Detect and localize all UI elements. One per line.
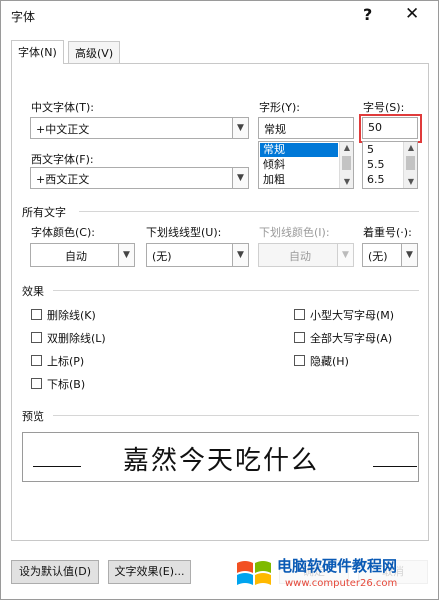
list-item[interactable]: 5.5 (364, 158, 402, 172)
tab-font[interactable]: 字体(N) (11, 40, 64, 64)
list-item[interactable]: 倾斜 (260, 158, 338, 172)
underline-style-select[interactable]: (无) ▼ (146, 243, 249, 267)
watermark: 电脑软硬件教程网 www.computer26.com (233, 551, 433, 596)
scroll-up-icon[interactable]: ▲ (340, 142, 353, 154)
scroll-thumb[interactable] (342, 156, 351, 170)
style-value: 常规 (264, 123, 286, 136)
style-list[interactable]: 常规 倾斜 加粗 ▲ ▼ (258, 141, 354, 189)
preview-text: 嘉然今天吃什么 (123, 446, 320, 476)
windows-logo-icon (237, 561, 271, 585)
hidden-checkbox[interactable] (294, 355, 305, 366)
divider (79, 211, 419, 212)
all-text-section-title: 所有文字 (22, 206, 66, 219)
set-default-button[interactable]: 设为默认值(D) (11, 560, 99, 584)
chevron-down-icon[interactable]: ▼ (232, 168, 248, 188)
list-item[interactable]: 6.5 (364, 173, 402, 187)
emphasis-select[interactable]: (无) ▼ (362, 243, 418, 267)
preview-baseline-left (33, 466, 81, 467)
preview-box: 嘉然今天吃什么 (22, 432, 419, 482)
strikethrough-checkbox[interactable] (31, 309, 42, 320)
underline-color-value: 自动 (289, 250, 311, 263)
font-color-select[interactable]: 自动 ▼ (30, 243, 135, 267)
subscript-checkbox[interactable] (31, 378, 42, 389)
effects-section-title: 效果 (22, 285, 44, 298)
scroll-down-icon[interactable]: ▼ (404, 176, 417, 188)
underline-style-value: (无) (152, 250, 172, 263)
tab-advanced[interactable]: 高级(V) (68, 41, 121, 63)
underline-color-label: 下划线颜色(I): (259, 226, 330, 239)
chevron-down-icon[interactable]: ▼ (337, 244, 353, 266)
help-icon[interactable]: ? (363, 5, 372, 24)
font-dialog: 字体 ? ✕ 字体(N) 高级(V) 中文字体(T): +中文正文 ▼ 西文字体… (0, 0, 439, 600)
title-bar: 字体 ? ✕ (1, 1, 438, 31)
divider (53, 290, 419, 291)
chevron-down-icon[interactable]: ▼ (118, 244, 134, 266)
scroll-thumb[interactable] (406, 156, 415, 170)
hidden-label[interactable]: 隐藏(H) (310, 353, 349, 369)
scroll-up-icon[interactable]: ▲ (404, 142, 417, 154)
watermark-url: www.computer26.com (285, 578, 398, 589)
text-effects-button[interactable]: 文字效果(E)... (108, 560, 191, 584)
superscript-label[interactable]: 上标(P) (47, 353, 84, 369)
style-label: 字形(Y): (259, 101, 301, 114)
divider (53, 415, 419, 416)
list-item[interactable]: 5 (364, 143, 402, 157)
emphasis-value: (无) (368, 250, 388, 263)
subscript-label[interactable]: 下标(B) (47, 376, 85, 392)
chevron-down-icon[interactable]: ▼ (232, 244, 248, 266)
underline-style-label: 下划线线型(U): (146, 226, 222, 239)
cn-font-select[interactable]: +中文正文 ▼ (30, 117, 249, 139)
strikethrough-label[interactable]: 删除线(K) (47, 307, 96, 323)
preview-section-title: 预览 (22, 410, 44, 423)
dialog-title: 字体 (11, 10, 36, 24)
west-font-label: 西文字体(F): (31, 153, 94, 166)
cn-font-label: 中文字体(T): (31, 101, 95, 114)
highlight-box (359, 114, 422, 143)
size-scrollbar[interactable]: ▲ ▼ (403, 142, 417, 188)
preview-baseline-right (373, 466, 417, 467)
small-caps-checkbox[interactable] (294, 309, 305, 320)
size-list[interactable]: 5 5.5 6.5 ▲ ▼ (362, 141, 418, 189)
cn-font-value: +中文正文 (36, 123, 90, 136)
all-caps-checkbox[interactable] (294, 332, 305, 343)
close-icon[interactable]: ✕ (405, 4, 419, 24)
underline-color-select[interactable]: 自动 ▼ (258, 243, 354, 267)
watermark-title: 电脑软硬件教程网 (277, 557, 398, 575)
font-color-value: 自动 (65, 250, 87, 263)
small-caps-label[interactable]: 小型大写字母(M) (310, 307, 394, 323)
all-caps-label[interactable]: 全部大写字母(A) (310, 330, 392, 346)
chevron-down-icon[interactable]: ▼ (401, 244, 417, 266)
double-strikethrough-label[interactable]: 双删除线(L) (47, 330, 106, 346)
style-input[interactable]: 常规 (258, 117, 354, 139)
double-strikethrough-checkbox[interactable] (31, 332, 42, 343)
size-label: 字号(S): (363, 101, 405, 114)
west-font-value: +西文正文 (36, 173, 90, 186)
list-item[interactable]: 加粗 (260, 173, 338, 187)
list-item[interactable]: 常规 (260, 143, 338, 157)
style-scrollbar[interactable]: ▲ ▼ (339, 142, 353, 188)
emphasis-label: 着重号(·): (363, 226, 412, 239)
west-font-select[interactable]: +西文正文 ▼ (30, 167, 249, 189)
superscript-checkbox[interactable] (31, 355, 42, 366)
scroll-down-icon[interactable]: ▼ (340, 176, 353, 188)
chevron-down-icon[interactable]: ▼ (232, 118, 248, 138)
font-color-label: 字体颜色(C): (31, 226, 95, 239)
